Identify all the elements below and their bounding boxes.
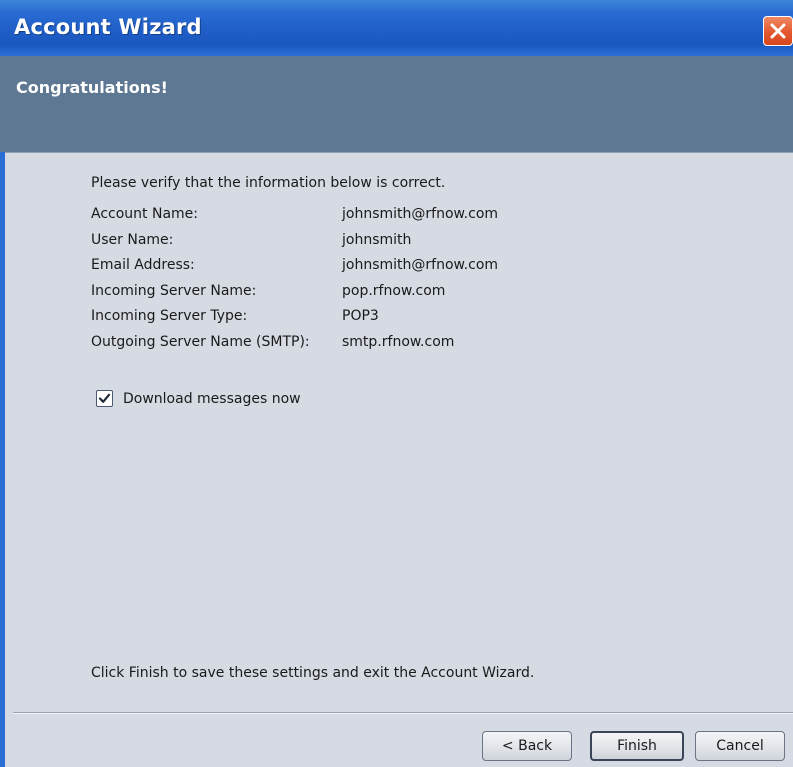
wizard-content: Please verify that the information below… [5, 153, 793, 767]
close-button[interactable] [763, 16, 793, 46]
summary-value: johnsmith@rfnow.com [342, 257, 499, 273]
wizard-header: Congratulations! [0, 56, 793, 153]
summary-value: johnsmith@rfnow.com [342, 206, 499, 222]
summary-value: POP3 [342, 308, 379, 324]
summary-row-incoming-server-type: Incoming Server Type: POP3 [91, 308, 498, 334]
download-messages-checkbox[interactable] [96, 390, 113, 407]
window-title: Account Wizard [14, 15, 202, 39]
summary-label: Account Name: [91, 206, 198, 222]
summary-value: pop.rfnow.com [342, 282, 446, 299]
summary-label: Outgoing Server Name (SMTP): [91, 333, 310, 350]
summary-row-email-address: Email Address: johnsmith@rfnow.com [91, 257, 498, 283]
summary-row-outgoing-server-name: Outgoing Server Name (SMTP): smtp.rfnow.… [91, 334, 498, 360]
summary-label: Email Address: [91, 257, 195, 273]
finish-instructions: Click Finish to save these settings and … [91, 665, 535, 681]
download-messages-label[interactable]: Download messages now [123, 391, 301, 407]
finish-button[interactable]: Finish [590, 731, 684, 761]
checkmark-icon [98, 393, 111, 403]
summary-row-account-name: Account Name: johnsmith@rfnow.com [91, 206, 498, 232]
title-bar[interactable]: Account Wizard [0, 0, 793, 56]
button-separator [13, 712, 793, 714]
cancel-button[interactable]: Cancel [695, 731, 785, 761]
page-title: Congratulations! [16, 78, 168, 97]
close-icon [770, 23, 786, 39]
summary-label: Incoming Server Name: [91, 282, 257, 299]
summary-row-incoming-server-name: Incoming Server Name: pop.rfnow.com [91, 283, 498, 309]
account-summary: Account Name: johnsmith@rfnow.com User N… [91, 206, 498, 359]
summary-value: johnsmith [342, 231, 412, 248]
account-wizard-window: Account Wizard Congratulations! Please v… [0, 0, 793, 767]
summary-value: smtp.rfnow.com [342, 333, 455, 350]
summary-row-user-name: User Name: johnsmith [91, 232, 498, 258]
intro-text: Please verify that the information below… [91, 175, 446, 191]
summary-label: Incoming Server Type: [91, 308, 248, 324]
download-messages-option[interactable]: Download messages now [96, 390, 301, 407]
summary-label: User Name: [91, 231, 174, 248]
back-button[interactable]: < Back [482, 731, 572, 761]
